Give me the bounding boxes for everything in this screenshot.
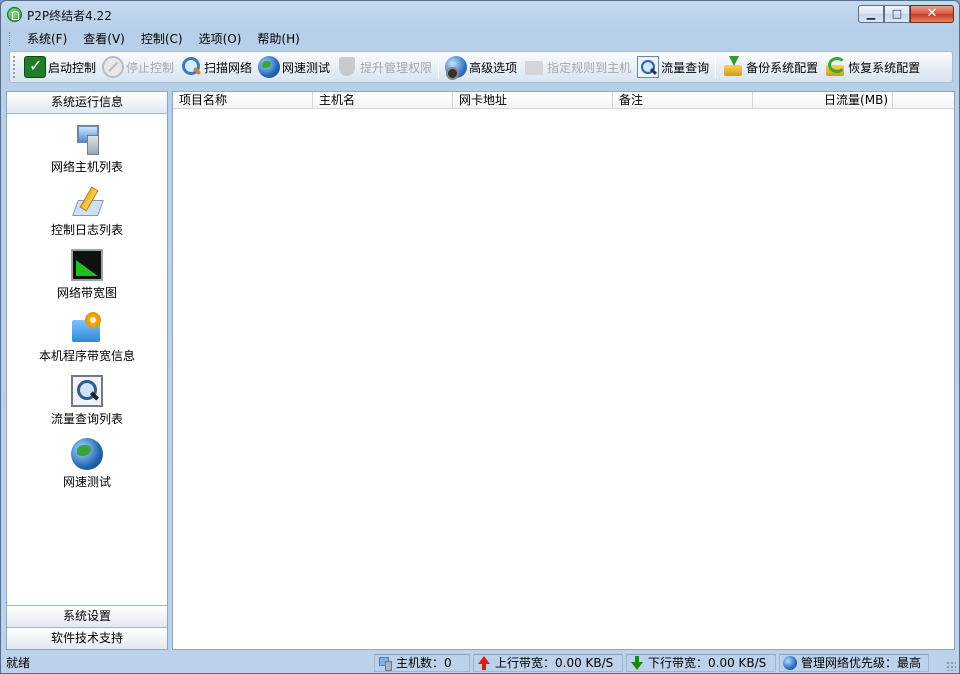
sidebar-items: 网络主机列表 控制日志列表 网络带宽图 本机程序带宽信息 流量查询列表 网速测试 xyxy=(7,114,167,498)
elevate-admin-label: 提升管理权限 xyxy=(360,60,433,75)
backup-config-button[interactable]: 备份系统配置 xyxy=(719,53,821,81)
computer-network-icon xyxy=(71,123,103,155)
maximize-button[interactable]: □ xyxy=(884,5,910,23)
sidebar-item-label: 控制日志列表 xyxy=(50,223,123,237)
sidebar-item-speed-test[interactable]: 网速测试 xyxy=(7,435,167,498)
minimize-button[interactable]: ▁ xyxy=(858,5,884,23)
priority-globe-icon xyxy=(783,655,797,670)
stop-control-button[interactable]: 停止控制 xyxy=(99,53,177,81)
toolbar-grip[interactable] xyxy=(13,56,17,78)
advanced-options-label: 高级选项 xyxy=(469,60,518,75)
status-upload: 上行带宽：0.00 KB/S xyxy=(473,653,623,672)
sidebar-item-label: 网速测试 xyxy=(62,475,111,489)
sidebar: 系统运行信息 网络主机列表 控制日志列表 网络带宽图 本机程序带宽信息 流量查询… xyxy=(6,91,168,650)
traffic-query-button[interactable]: 流量查询 xyxy=(634,53,712,81)
bandwidth-chart-icon xyxy=(71,249,103,281)
start-control-button[interactable]: 启动控制 xyxy=(21,53,99,81)
globe-icon xyxy=(258,56,281,78)
elevate-admin-button[interactable]: 提升管理权限 xyxy=(333,53,435,81)
program-folder-gear-icon xyxy=(71,312,103,344)
maximize-icon: □ xyxy=(891,7,903,20)
assign-rules-button[interactable]: 指定规则到主机 xyxy=(520,53,634,81)
menu-grip[interactable] xyxy=(9,32,13,46)
resize-grip-icon[interactable] xyxy=(946,661,956,671)
column-note[interactable]: 备注 xyxy=(613,92,753,108)
sidebar-item-program-bandwidth[interactable]: 本机程序带宽信息 xyxy=(7,309,167,372)
status-priority: 管理网络优先级：最高 xyxy=(779,653,929,672)
column-item-name[interactable]: 项目名称 xyxy=(173,92,313,108)
restore-config-button[interactable]: 恢复系统配置 xyxy=(821,53,923,81)
window-title: P2P终结者4.22 xyxy=(27,9,112,23)
caption-buttons: ▁ □ ✕ xyxy=(858,5,954,24)
sidebar-system-settings[interactable]: 系统设置 xyxy=(7,605,167,627)
log-pen-icon xyxy=(71,186,103,218)
sidebar-header[interactable]: 系统运行信息 xyxy=(7,92,167,114)
list-header: 项目名称 主机名 网卡地址 备注 日流量(MB) xyxy=(173,92,954,109)
speed-globe-icon xyxy=(71,438,103,470)
rule-icon xyxy=(523,56,545,78)
arrow-up-icon xyxy=(477,655,491,670)
magnifier-icon xyxy=(180,56,202,78)
menu-bar: 系统(F) 查看(V) 控制(C) 选项(O) 帮助(H) xyxy=(9,29,953,49)
restore-icon xyxy=(824,56,847,78)
sidebar-item-traffic-list[interactable]: 流量查询列表 xyxy=(7,372,167,435)
menu-view[interactable]: 查看(V) xyxy=(75,29,133,49)
close-icon: ✕ xyxy=(926,6,938,21)
restore-config-label: 恢复系统配置 xyxy=(848,60,921,75)
stop-control-label: 停止控制 xyxy=(126,60,175,75)
advanced-options-button[interactable]: 高级选项 xyxy=(442,53,520,81)
upload-text: 上行带宽：0.00 KB/S xyxy=(495,656,614,670)
sidebar-item-label: 网络带宽图 xyxy=(56,286,117,300)
status-host-count: 主机数：0 xyxy=(374,653,470,672)
status-ready: 就绪 xyxy=(6,656,31,670)
sidebar-item-control-log[interactable]: 控制日志列表 xyxy=(7,183,167,246)
sidebar-tech-support[interactable]: 软件技术支持 xyxy=(7,627,167,649)
status-bar: 就绪 主机数：0 上行带宽：0.00 KB/S 下行带宽：0.00 KB/S 管… xyxy=(2,652,958,673)
status-download: 下行带宽：0.00 KB/S xyxy=(626,653,776,672)
scan-network-label: 扫描网络 xyxy=(204,60,253,75)
app-window: P2P终结者4.22 ▁ □ ✕ 系统(F) 查看(V) 控制(C) 选项(O)… xyxy=(0,0,960,674)
app-logo-icon xyxy=(7,7,22,22)
stop-icon xyxy=(102,56,125,78)
shield-icon xyxy=(336,56,358,78)
menu-control[interactable]: 控制(C) xyxy=(133,29,191,49)
start-control-label: 启动控制 xyxy=(48,60,97,75)
menu-system[interactable]: 系统(F) xyxy=(19,29,75,49)
menu-help[interactable]: 帮助(H) xyxy=(249,29,307,49)
traffic-search-icon xyxy=(71,375,103,407)
column-mac-address[interactable]: 网卡地址 xyxy=(453,92,613,108)
column-hostname[interactable]: 主机名 xyxy=(313,92,453,108)
title-bar[interactable]: P2P终结者4.22 ▁ □ ✕ xyxy=(1,1,959,28)
toolbar: 启动控制 停止控制 扫描网络 网速测试 提升管理权限 高级选项 指定规则到主机 xyxy=(9,51,953,83)
speed-test-button[interactable]: 网速测试 xyxy=(255,53,333,81)
traffic-query-label: 流量查询 xyxy=(661,60,710,75)
sidebar-item-label: 流量查询列表 xyxy=(50,412,123,426)
host-list-view[interactable]: 项目名称 主机名 网卡地址 备注 日流量(MB) xyxy=(172,91,955,650)
column-daily-traffic[interactable]: 日流量(MB) xyxy=(753,92,893,108)
advanced-settings-icon xyxy=(445,56,468,80)
arrow-down-icon xyxy=(630,655,644,670)
toolbar-separator xyxy=(715,56,717,78)
minimize-icon: ▁ xyxy=(866,7,876,20)
sidebar-item-host-list[interactable]: 网络主机列表 xyxy=(7,120,167,183)
host-count-text: 主机数：0 xyxy=(396,656,452,670)
host-computer-icon xyxy=(378,656,392,671)
assign-rules-label: 指定规则到主机 xyxy=(547,60,632,75)
toolbar-separator xyxy=(438,56,440,78)
checkmark-icon xyxy=(24,56,46,78)
sidebar-item-bandwidth-chart[interactable]: 网络带宽图 xyxy=(7,246,167,309)
priority-text: 管理网络优先级：最高 xyxy=(801,656,922,670)
menu-options[interactable]: 选项(O) xyxy=(191,29,250,49)
sidebar-item-label: 本机程序带宽信息 xyxy=(38,349,135,363)
speed-test-label: 网速测试 xyxy=(282,60,331,75)
scan-network-button[interactable]: 扫描网络 xyxy=(177,53,255,81)
close-button[interactable]: ✕ xyxy=(910,5,954,23)
download-text: 下行带宽：0.00 KB/S xyxy=(648,656,767,670)
sidebar-item-label: 网络主机列表 xyxy=(50,160,123,174)
traffic-search-icon xyxy=(637,56,660,78)
backup-icon xyxy=(722,56,744,78)
backup-config-label: 备份系统配置 xyxy=(746,60,819,75)
